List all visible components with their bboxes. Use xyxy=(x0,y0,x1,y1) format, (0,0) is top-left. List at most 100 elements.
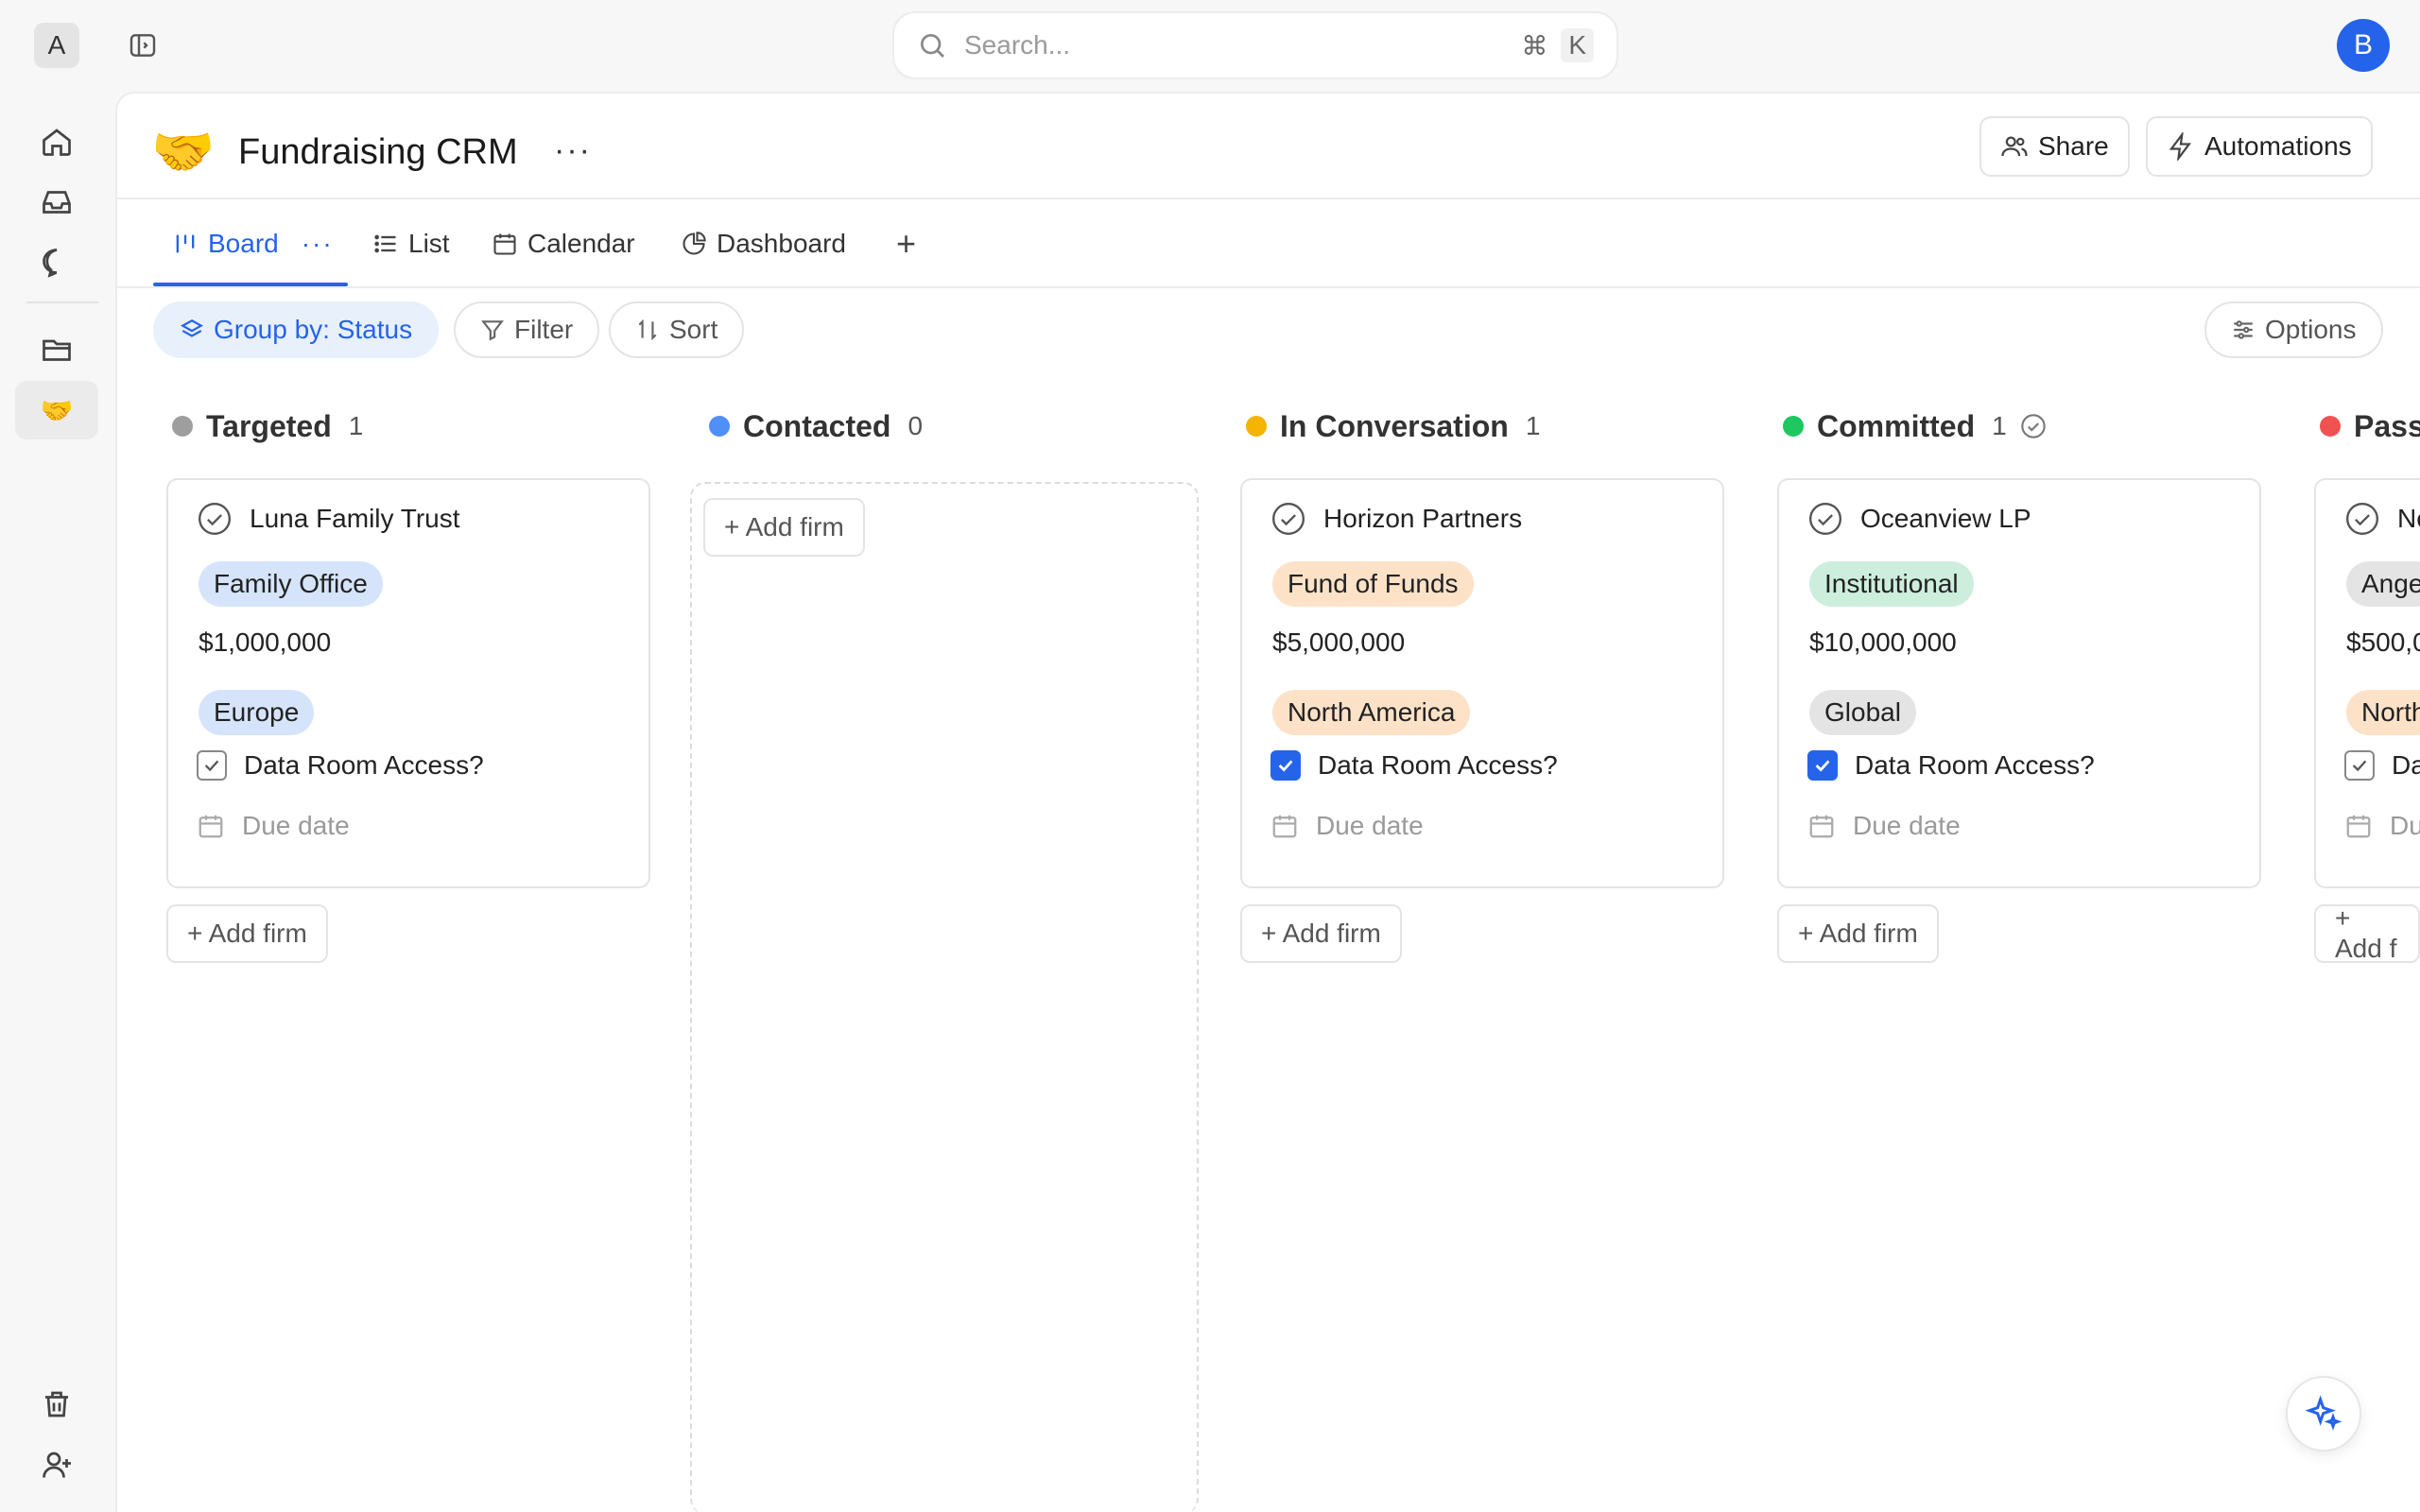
active-tab-indicator xyxy=(153,283,348,286)
add-firm-button[interactable]: + Add f xyxy=(2314,903,2420,963)
complete-circle-icon[interactable] xyxy=(197,501,233,537)
data-room-label: Data Room Access? xyxy=(1318,750,1558,780)
firm-card[interactable]: Horizon Partners Fund of Funds $5,000,00… xyxy=(1240,478,1724,888)
firm-card[interactable]: Oceanview LP Institutional $10,000,000 G… xyxy=(1777,478,2261,888)
empty-column-dropzone[interactable] xyxy=(690,482,1199,1512)
calendar-icon xyxy=(199,815,223,838)
ai-assistant-button[interactable] xyxy=(2286,1376,2361,1452)
data-room-label: Data Room Access? xyxy=(244,750,484,780)
fundraising-page-icon[interactable]: 🤝 xyxy=(15,381,98,439)
firm-name: Luna Family Trust xyxy=(250,504,460,533)
group-by-button[interactable]: Group by: Status xyxy=(153,301,440,358)
complete-circle-icon[interactable] xyxy=(1807,501,1843,537)
region-tag: Global xyxy=(1809,690,1916,735)
column-title: Pass xyxy=(2354,408,2420,443)
filter-button[interactable]: Filter xyxy=(454,301,600,358)
tab-dashboard-label: Dashboard xyxy=(717,229,846,258)
due-date-field[interactable]: Du xyxy=(2344,811,2420,841)
trash-icon[interactable] xyxy=(15,1375,98,1434)
automations-label: Automations xyxy=(2204,131,2352,161)
page-more-button[interactable]: ··· xyxy=(554,134,592,166)
add-firm-button[interactable]: + Add firm xyxy=(1240,904,1402,963)
layers-icon xyxy=(181,319,203,337)
home-icon[interactable] xyxy=(15,112,98,171)
user-avatar[interactable]: B xyxy=(2337,19,2390,72)
column-title: In Conversation xyxy=(1280,408,1509,443)
check-icon xyxy=(1815,760,1830,772)
firm-card[interactable]: Ne Ange $500,0 North Da Du xyxy=(2314,478,2420,888)
complete-circle-icon[interactable] xyxy=(2344,501,2380,537)
rail-divider xyxy=(26,301,98,303)
calendar-icon xyxy=(2346,815,2371,838)
add-firm-button[interactable]: + Add firm xyxy=(703,498,865,557)
column-header-pass[interactable]: Pass xyxy=(2320,407,2420,445)
options-label: Options xyxy=(2265,315,2357,344)
due-date-field[interactable]: Due date xyxy=(1270,811,1424,841)
add-firm-button[interactable]: + Add firm xyxy=(1777,904,1939,963)
tab-list[interactable]: List xyxy=(372,199,450,288)
region-tag: North America xyxy=(1272,690,1471,735)
board-icon xyxy=(176,234,195,253)
column-count: 1 xyxy=(348,411,364,440)
complete-circle-icon[interactable] xyxy=(1270,501,1306,537)
page-emoji-icon[interactable]: 🤝 xyxy=(151,122,215,182)
handshake-icon: 🤝 xyxy=(40,395,74,425)
due-date-field[interactable]: Due date xyxy=(197,811,350,841)
filter-icon xyxy=(481,320,504,341)
firm-card[interactable]: Luna Family Trust Family Office $1,000,0… xyxy=(166,478,650,888)
main-panel: 🤝 Fundraising CRM ··· Share Automations … xyxy=(115,92,2420,1512)
automations-button[interactable]: Automations xyxy=(2146,116,2373,177)
tab-calendar-label: Calendar xyxy=(527,229,635,258)
search-input[interactable] xyxy=(964,30,1509,60)
firm-name: Ne xyxy=(2397,504,2420,533)
list-icon xyxy=(374,234,396,253)
lightning-icon xyxy=(2169,132,2191,161)
investor-type-tag: Family Office xyxy=(199,561,383,607)
data-room-checkbox[interactable] xyxy=(2344,750,2375,781)
sparkle-icon xyxy=(2305,1395,2342,1431)
data-room-checkbox[interactable] xyxy=(197,750,227,781)
search-bar[interactable]: ⌘ K xyxy=(892,11,1618,79)
tab-board-more[interactable]: ··· xyxy=(302,229,334,259)
column-header-committed[interactable]: Committed 1 xyxy=(1783,407,2047,445)
due-date-label: Due date xyxy=(1853,811,1961,840)
chat-icon[interactable] xyxy=(15,233,98,292)
add-firm-button[interactable]: + Add firm xyxy=(166,904,328,963)
data-room-checkbox[interactable] xyxy=(1807,750,1838,781)
search-icon xyxy=(921,34,944,58)
investor-type-tag: Ange xyxy=(2346,561,2420,607)
check-icon xyxy=(2352,760,2367,772)
tab-board[interactable]: Board ··· xyxy=(172,199,334,288)
data-room-checkbox[interactable] xyxy=(1270,750,1301,781)
sort-button[interactable]: Sort xyxy=(609,301,745,358)
invite-user-icon[interactable] xyxy=(15,1435,98,1494)
inbox-icon[interactable] xyxy=(15,173,98,232)
share-label: Share xyxy=(2038,131,2109,161)
column-header-in-conversation[interactable]: In Conversation 1 xyxy=(1246,407,1540,445)
calendar-icon xyxy=(1272,815,1297,838)
due-date-field[interactable]: Due date xyxy=(1807,811,1961,841)
folder-icon[interactable] xyxy=(15,320,98,379)
tab-board-label: Board xyxy=(208,229,279,258)
tab-calendar[interactable]: Calendar xyxy=(492,199,635,288)
firm-name: Oceanview LP xyxy=(1860,504,2031,533)
column-header-contacted[interactable]: Contacted 0 xyxy=(709,407,923,445)
share-button[interactable]: Share xyxy=(1979,116,2130,177)
column-count: 1 xyxy=(1525,411,1541,440)
workspace-avatar[interactable]: A xyxy=(34,23,79,68)
column-title: Contacted xyxy=(743,408,891,443)
commitment-amount: $1,000,000 xyxy=(199,627,332,657)
column-header-targeted[interactable]: Targeted 1 xyxy=(172,407,363,445)
add-view-button[interactable]: + xyxy=(896,199,916,288)
due-date-label: Du xyxy=(2390,811,2420,840)
sidebar-toggle-icon[interactable] xyxy=(127,30,159,60)
group-by-label: Group by: Status xyxy=(214,315,413,344)
column-count: 1 xyxy=(1992,411,2007,440)
tab-list-label: List xyxy=(408,229,450,258)
due-date-label: Due date xyxy=(242,811,350,840)
tab-dashboard[interactable]: Dashboard xyxy=(681,199,846,288)
column-count: 0 xyxy=(908,411,924,440)
options-button[interactable]: Options xyxy=(2204,301,2383,358)
page-title[interactable]: Fundraising CRM xyxy=(238,126,518,179)
shortcut-key: K xyxy=(1561,28,1594,62)
